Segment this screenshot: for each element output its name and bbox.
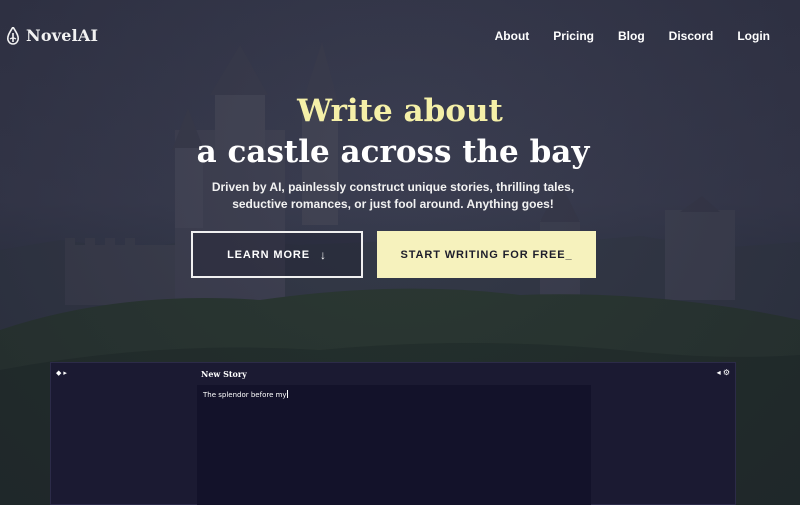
editor-text-panel[interactable]: The splendor before my (197, 385, 591, 505)
hero-subtitle: Driven by AI, painlessly construct uniqu… (0, 179, 786, 213)
hero-subtitle-line-1: Driven by AI, painlessly construct uniqu… (211, 180, 575, 194)
hero-title-main: a castle across the bay (196, 134, 590, 170)
editor-left-controls[interactable]: ◆ ▸ (56, 369, 67, 377)
text-caret-icon (286, 390, 288, 398)
learn-more-button[interactable]: LEARN MORE ↓ (191, 231, 363, 278)
editor-right-controls[interactable]: ◂ ⚙ (717, 368, 730, 377)
nav-about[interactable]: About (495, 29, 530, 43)
site-header: NovelAI About Pricing Blog Discord Login (0, 0, 800, 72)
editor-text-line: The splendor before my (203, 390, 288, 399)
nav-login[interactable]: Login (737, 29, 770, 43)
editor-text-content: The splendor before my (203, 391, 287, 399)
start-writing-button[interactable]: START WRITING FOR FREE_ (377, 231, 596, 278)
story-editor-preview: ◆ ▸ New Story ◂ ⚙ The splendor before my (50, 362, 736, 505)
brand-logo[interactable]: NovelAI (6, 26, 98, 45)
start-writing-label: START WRITING FOR FREE_ (400, 248, 573, 261)
brand-name: NovelAI (26, 26, 99, 45)
nav-pricing[interactable]: Pricing (553, 29, 594, 43)
top-nav: About Pricing Blog Discord Login (471, 29, 770, 43)
arrow-down-icon: ↓ (320, 247, 327, 262)
hero-title-accent: Write about (297, 93, 503, 129)
hero-subtitle-line-2: seductive romances, or just fool around.… (232, 197, 554, 211)
nav-discord[interactable]: Discord (669, 29, 714, 43)
editor-story-title: New Story (201, 369, 247, 379)
learn-more-label: LEARN MORE (227, 248, 311, 261)
nav-blog[interactable]: Blog (618, 29, 645, 43)
quill-icon (7, 26, 19, 45)
